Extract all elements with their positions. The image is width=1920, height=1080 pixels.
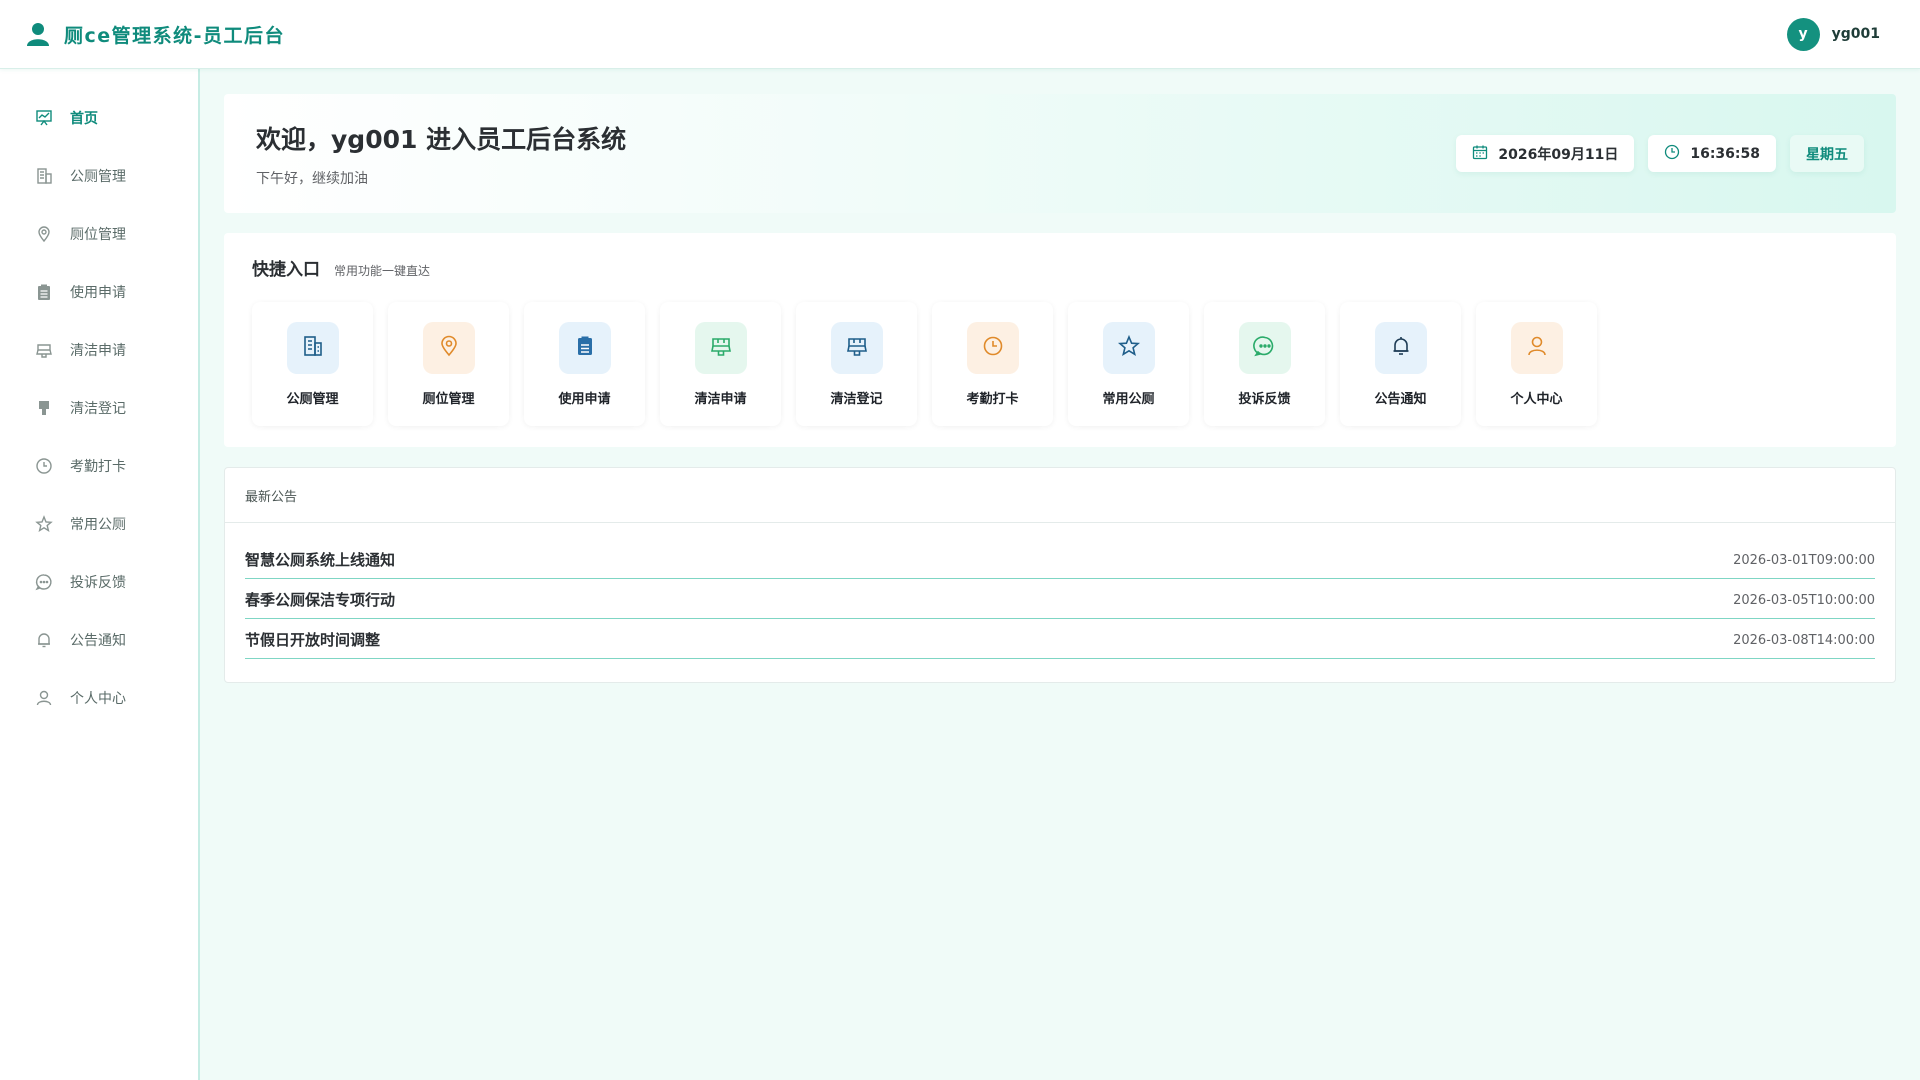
- quick-tile-label: 投诉反馈: [1238, 392, 1291, 407]
- announcement-title[interactable]: 节假日开放时间调整: [245, 629, 380, 650]
- clock-icon: [1664, 144, 1680, 164]
- sidebar-item-label: 厕位管理: [70, 227, 126, 243]
- sidebar-item-label: 投诉反馈: [70, 575, 126, 591]
- app-title: 厕ce管理系统-员工后台: [64, 24, 286, 47]
- quick-access-subtitle: 常用功能一键直达: [334, 264, 431, 278]
- date-chip: 2026年09月11日: [1456, 135, 1635, 172]
- home-chart-icon: [34, 108, 54, 128]
- quick-access-panel: 快捷入口 常用功能一键直达 公厕管理 厕位管理 使用申请 清洁申请 清洁登记 考…: [224, 233, 1896, 447]
- sidebar-item-profile[interactable]: 个人中心: [0, 669, 198, 727]
- sidebar-item-stall-management[interactable]: 厕位管理: [0, 205, 198, 263]
- location-pin-icon: [34, 224, 54, 244]
- announcement-panel: 最新公告 智慧公厕系统上线通知 2026-03-01T09:00:00 春季公厕…: [224, 467, 1896, 683]
- brush-icon: [845, 334, 869, 362]
- brand: 厕ce管理系统-员工后台: [26, 21, 285, 48]
- sidebar-item-cleaning-register[interactable]: 清洁登记: [0, 379, 198, 437]
- quick-tile-label: 清洁申请: [694, 392, 747, 407]
- sidebar-item-home[interactable]: 首页: [0, 89, 198, 147]
- sidebar-item-attendance[interactable]: 考勤打卡: [0, 437, 198, 495]
- announcement-row[interactable]: 智慧公厕系统上线通知 2026-03-01T09:00:00: [245, 539, 1875, 579]
- announcement-title[interactable]: 春季公厕保洁专项行动: [245, 589, 395, 610]
- chat-bubble-icon: [1252, 334, 1277, 362]
- chat-bubble-icon: [34, 572, 54, 592]
- weekday-chip: 星期五: [1790, 135, 1864, 172]
- announcement-list: 智慧公厕系统上线通知 2026-03-01T09:00:00 春季公厕保洁专项行…: [225, 523, 1895, 659]
- sidebar-item-label: 使用申请: [70, 285, 126, 301]
- avatar[interactable]: y: [1786, 17, 1820, 51]
- sidebar-item-favorite-toilets[interactable]: 常用公厕: [0, 495, 198, 553]
- sidebar-item-label: 清洁申请: [70, 343, 126, 359]
- bell-icon: [34, 630, 54, 650]
- sidebar-item-label: 首页: [70, 111, 98, 127]
- star-icon: [34, 514, 54, 534]
- sidebar: 首页 公厕管理 厕位管理 使用申请 清洁申请 清洁登记 考勤打卡 常用公厕 投诉…: [0, 69, 200, 1080]
- user-menu[interactable]: y yg001: [1786, 17, 1880, 51]
- quick-tile-label: 厕位管理: [422, 392, 475, 407]
- quick-tile-label: 个人中心: [1510, 392, 1563, 407]
- sidebar-item-cleaning-request[interactable]: 清洁申请: [0, 321, 198, 379]
- clock-icon: [34, 456, 54, 476]
- username[interactable]: yg001: [1832, 26, 1880, 42]
- calendar-icon: [1472, 144, 1488, 164]
- clipboard-icon: [573, 334, 597, 362]
- announcement-date: 2026-03-01T09:00:00: [1733, 553, 1875, 568]
- quick-tile-usage-request[interactable]: 使用申请: [524, 302, 645, 426]
- top-header: 厕ce管理系统-员工后台 y yg001: [0, 0, 1920, 69]
- announcement-date: 2026-03-08T14:00:00: [1733, 633, 1875, 648]
- sidebar-item-feedback[interactable]: 投诉反馈: [0, 553, 198, 611]
- announcement-date: 2026-03-05T10:00:00: [1733, 593, 1875, 608]
- quick-tile-feedback[interactable]: 投诉反馈: [1204, 302, 1325, 426]
- star-icon: [1117, 334, 1141, 362]
- user-icon: [1525, 334, 1549, 362]
- sidebar-item-announcements[interactable]: 公告通知: [0, 611, 198, 669]
- current-date: 2026年09月11日: [1498, 146, 1619, 163]
- sidebar-item-usage-request[interactable]: 使用申请: [0, 263, 198, 321]
- quick-tile-announcements[interactable]: 公告通知: [1340, 302, 1461, 426]
- sidebar-item-label: 考勤打卡: [70, 459, 126, 475]
- quick-tile-label: 公告通知: [1374, 392, 1427, 407]
- main-content: 欢迎，yg001 进入员工后台系统 下午好，继续加油 2026年09月11日 1…: [200, 69, 1920, 1080]
- user-icon: [26, 21, 50, 47]
- current-time: 16:36:58: [1690, 145, 1760, 162]
- clipboard-icon: [34, 282, 54, 302]
- sidebar-item-label: 公告通知: [70, 633, 126, 649]
- welcome-subtitle: 下午好，继续加油: [256, 170, 368, 187]
- quick-tile-profile[interactable]: 个人中心: [1476, 302, 1597, 426]
- quick-tile-cleaning-request[interactable]: 清洁申请: [660, 302, 781, 426]
- sidebar-item-label: 清洁登记: [70, 401, 126, 417]
- time-chip: 16:36:58: [1648, 135, 1776, 172]
- quick-tile-attendance[interactable]: 考勤打卡: [932, 302, 1053, 426]
- quick-tile-label: 清洁登记: [830, 392, 883, 407]
- quick-access-tiles: 公厕管理 厕位管理 使用申请 清洁申请 清洁登记 考勤打卡 常用公厕 投诉反馈 …: [252, 302, 1868, 426]
- brush-filled-icon: [34, 398, 54, 418]
- quick-tile-label: 使用申请: [558, 392, 611, 407]
- announcement-title[interactable]: 智慧公厕系统上线通知: [245, 549, 395, 570]
- brush-icon: [709, 334, 733, 362]
- bell-icon: [1389, 334, 1413, 362]
- sidebar-item-label: 个人中心: [70, 691, 126, 707]
- quick-tile-label: 考勤打卡: [966, 392, 1019, 407]
- quick-tile-stall-management[interactable]: 厕位管理: [388, 302, 509, 426]
- quick-tile-toilet-management[interactable]: 公厕管理: [252, 302, 373, 426]
- quick-tile-favorite-toilets[interactable]: 常用公厕: [1068, 302, 1189, 426]
- welcome-title: 欢迎，yg001 进入员工后台系统: [256, 124, 627, 154]
- announcement-row[interactable]: 节假日开放时间调整 2026-03-08T14:00:00: [245, 619, 1875, 659]
- quick-tile-label: 公厕管理: [286, 392, 339, 407]
- location-pin-icon: [437, 334, 461, 362]
- quick-tile-cleaning-register[interactable]: 清洁登记: [796, 302, 917, 426]
- announcement-panel-title: 最新公告: [225, 468, 1895, 523]
- sidebar-item-label: 公厕管理: [70, 169, 126, 185]
- welcome-banner: 欢迎，yg001 进入员工后台系统 下午好，继续加油 2026年09月11日 1…: [224, 94, 1896, 213]
- user-icon: [34, 688, 54, 708]
- building-icon: [34, 166, 54, 186]
- announcement-row[interactable]: 春季公厕保洁专项行动 2026-03-05T10:00:00: [245, 579, 1875, 619]
- current-weekday: 星期五: [1806, 146, 1848, 163]
- quick-tile-label: 常用公厕: [1102, 392, 1155, 407]
- brush-icon: [34, 340, 54, 360]
- clock-icon: [981, 334, 1005, 362]
- building-icon: [301, 334, 325, 362]
- sidebar-item-label: 常用公厕: [70, 517, 126, 533]
- quick-access-title: 快捷入口: [252, 260, 320, 280]
- sidebar-item-toilet-management[interactable]: 公厕管理: [0, 147, 198, 205]
